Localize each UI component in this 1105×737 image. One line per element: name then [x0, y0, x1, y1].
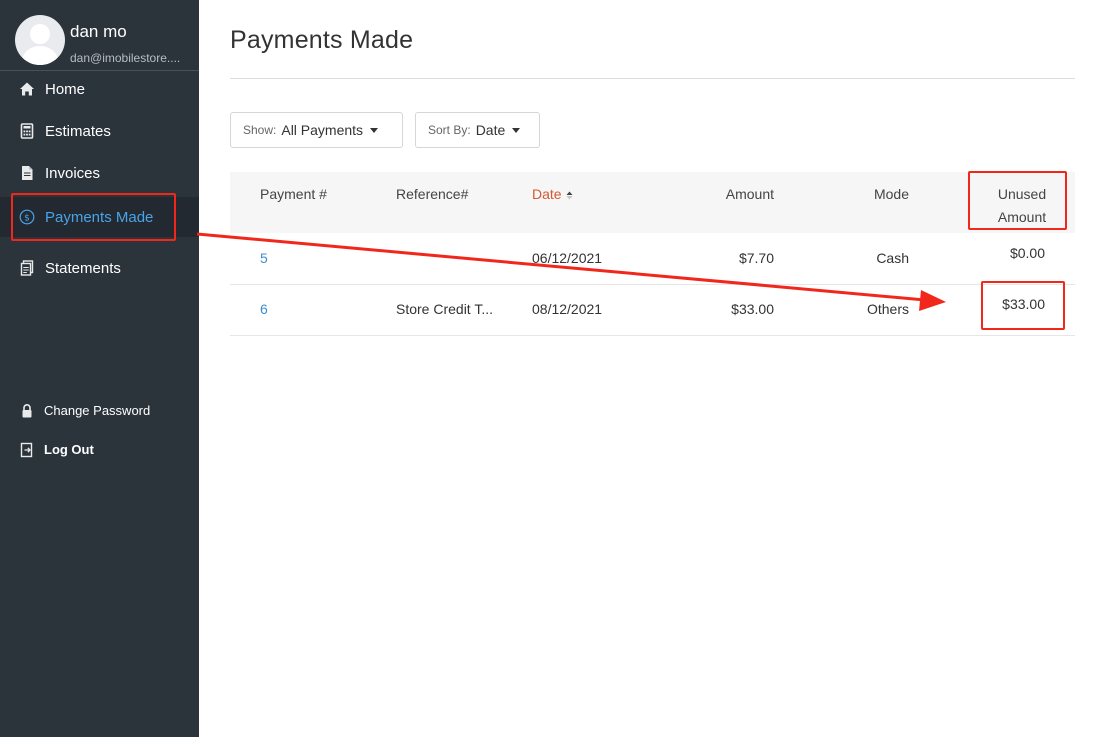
header-unused-amount[interactable]: Unused Amount — [982, 183, 1062, 229]
sidebar-item-label: Invoices — [45, 164, 101, 182]
show-filter-dropdown[interactable]: Show: All Payments — [230, 112, 403, 148]
page-title: Payments Made — [230, 26, 414, 54]
sidebar-item-payments-made[interactable]: $ Payments Made — [0, 197, 199, 237]
table-row[interactable]: 6 Store Credit T... 08/12/2021 $33.00 Ot… — [230, 285, 1075, 336]
logout-icon — [20, 442, 33, 458]
date-cell: 06/12/2021 — [532, 250, 603, 266]
show-filter-value: All Payments — [281, 122, 364, 138]
show-filter-label: Show: — [243, 123, 277, 137]
date-cell: 08/12/2021 — [532, 301, 603, 317]
header-date-label: Date — [532, 186, 562, 202]
document-icon — [22, 166, 33, 180]
sidebar-item-invoices[interactable]: Invoices — [0, 153, 199, 193]
sort-by-label: Sort By: — [428, 123, 471, 137]
title-divider — [230, 78, 1075, 79]
profile-header: dan mo dan@imobilestore.... — [0, 0, 199, 71]
sidebar-item-estimates[interactable]: Estimates — [0, 111, 199, 151]
svg-text:$: $ — [24, 213, 30, 223]
dollar-circle-icon: $ — [19, 209, 35, 225]
sort-by-value: Date — [475, 122, 506, 138]
profile-name: dan mo — [70, 22, 127, 41]
home-icon — [20, 82, 34, 96]
header-reference[interactable]: Reference# — [396, 183, 468, 206]
sidebar-item-change-password[interactable]: Change Password — [0, 390, 199, 430]
main-content: Payments Made Show: All Payments Sort By… — [199, 0, 1105, 737]
mode-cell: Cash — [876, 250, 909, 266]
sort-icon — [566, 191, 573, 200]
sidebar-item-home[interactable]: Home — [0, 69, 199, 109]
unused-amount-cell: $0.00 — [1009, 245, 1045, 261]
payment-number-link[interactable]: 6 — [260, 299, 268, 319]
profile-email: dan@imobilestore.... — [70, 51, 181, 65]
header-amount[interactable]: Amount — [726, 183, 774, 206]
caret-down-icon — [370, 127, 379, 133]
avatar[interactable] — [15, 15, 65, 65]
sidebar-item-label: Payments Made — [45, 208, 154, 226]
sidebar-item-statements[interactable]: Statements — [0, 248, 199, 288]
amount-cell: $33.00 — [731, 301, 774, 317]
payment-number-link[interactable]: 5 — [260, 248, 268, 268]
unused-amount-cell: $33.00 — [1002, 296, 1045, 312]
table-row[interactable]: 5 06/12/2021 $7.70 Cash $0.00 — [230, 234, 1075, 285]
table-header: Payment # Reference# Date Amount Mode Un… — [230, 172, 1075, 233]
sidebar-item-label: Change Password — [44, 402, 151, 418]
avatar-body-shape — [22, 46, 58, 65]
sidebar: dan mo dan@imobilestore.... Home Estimat… — [0, 0, 199, 737]
header-payment-number[interactable]: Payment # — [260, 183, 327, 206]
lock-icon — [22, 404, 32, 418]
sidebar-item-log-out[interactable]: Log Out — [0, 429, 199, 469]
statements-icon — [20, 260, 34, 276]
reference-cell: Store Credit T... — [396, 301, 494, 317]
calculator-icon — [20, 123, 34, 139]
sidebar-item-label: Statements — [45, 259, 121, 277]
header-date[interactable]: Date — [532, 183, 573, 206]
avatar-head-shape — [30, 24, 50, 44]
header-unused-line2: Amount — [997, 209, 1047, 225]
sidebar-item-label: Log Out — [44, 441, 94, 457]
header-mode[interactable]: Mode — [874, 183, 909, 206]
amount-cell: $7.70 — [738, 250, 774, 266]
sidebar-item-label: Home — [45, 80, 86, 98]
mode-cell: Others — [866, 301, 909, 317]
sidebar-item-label: Estimates — [45, 122, 111, 140]
header-unused-line1: Unused — [997, 186, 1047, 202]
sort-by-dropdown[interactable]: Sort By: Date — [415, 112, 540, 148]
caret-down-icon — [512, 127, 521, 133]
